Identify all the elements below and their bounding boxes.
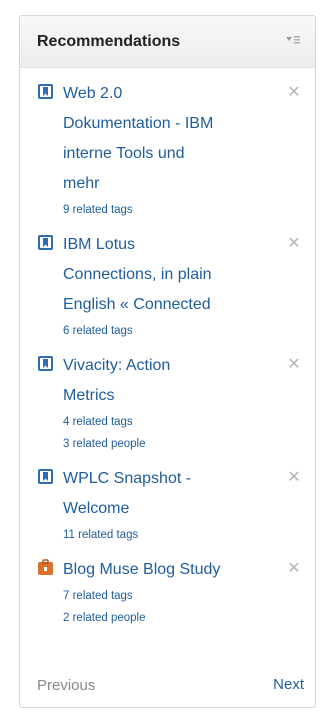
related-tags-link[interactable]: 9 related tags	[63, 199, 275, 221]
item-title-line[interactable]: English « Connected	[63, 290, 275, 320]
recommendation-list: Web 2.0 Dokumentation - IBM interne Tool…	[20, 79, 315, 638]
next-button[interactable]: Next	[273, 676, 304, 693]
item-title-line[interactable]: interne Tools und	[63, 139, 275, 169]
close-icon[interactable]: ✕	[287, 470, 301, 486]
recommendations-widget: Recommendations Web 2.0 Dokumentation -	[19, 15, 316, 708]
item-title-line[interactable]: Dokumentation - IBM	[63, 109, 275, 139]
close-icon[interactable]: ✕	[287, 236, 301, 252]
item-title-line[interactable]: Vivacity: Action	[63, 351, 275, 381]
list-item: Web 2.0 Dokumentation - IBM interne Tool…	[20, 79, 315, 221]
bookmark-icon	[37, 468, 54, 485]
close-icon[interactable]: ✕	[287, 561, 301, 577]
widget-title: Recommendations	[37, 33, 181, 50]
list-item: WPLC Snapshot - Welcome 11 related tags …	[20, 464, 315, 546]
item-title-line[interactable]: Metrics	[63, 381, 275, 411]
item-title-line[interactable]: Web 2.0	[63, 79, 275, 109]
list-item: IBM Lotus Connections, in plain English …	[20, 230, 315, 342]
related-tags-link[interactable]: 4 related tags	[63, 411, 275, 433]
item-title-line[interactable]: Welcome	[63, 494, 275, 524]
related-people-link[interactable]: 3 related people	[63, 433, 275, 455]
bookmark-icon	[37, 355, 54, 372]
item-title[interactable]: Vivacity: Action Metrics	[63, 351, 275, 411]
menu-chevron-icon[interactable]	[285, 34, 301, 46]
briefcase-icon	[37, 559, 54, 576]
bookmark-icon	[37, 83, 54, 100]
pagination-footer: Previous Next	[20, 671, 315, 707]
previous-button: Previous	[37, 677, 96, 694]
item-title[interactable]: IBM Lotus Connections, in plain English …	[63, 230, 275, 320]
widget-header: Recommendations	[20, 16, 315, 68]
related-tags-link[interactable]: 7 related tags	[63, 585, 275, 607]
close-icon[interactable]: ✕	[287, 357, 301, 373]
item-title[interactable]: Blog Muse Blog Study	[63, 555, 275, 585]
item-title[interactable]: WPLC Snapshot - Welcome	[63, 464, 275, 524]
item-title-line[interactable]: IBM Lotus	[63, 230, 275, 260]
item-title-line[interactable]: WPLC Snapshot -	[63, 464, 275, 494]
related-people-link[interactable]: 2 related people	[63, 607, 275, 629]
close-icon[interactable]: ✕	[287, 85, 301, 101]
list-item: Vivacity: Action Metrics 4 related tags …	[20, 351, 315, 455]
item-title-line[interactable]: mehr	[63, 169, 275, 199]
item-title-line[interactable]: Connections, in plain	[63, 260, 275, 290]
list-item: Blog Muse Blog Study 7 related tags 2 re…	[20, 555, 315, 629]
related-tags-link[interactable]: 6 related tags	[63, 320, 275, 342]
related-tags-link[interactable]: 11 related tags	[63, 524, 275, 546]
item-title[interactable]: Web 2.0 Dokumentation - IBM interne Tool…	[63, 79, 275, 199]
item-title-line[interactable]: Blog Muse Blog Study	[63, 555, 275, 585]
bookmark-icon	[37, 234, 54, 251]
